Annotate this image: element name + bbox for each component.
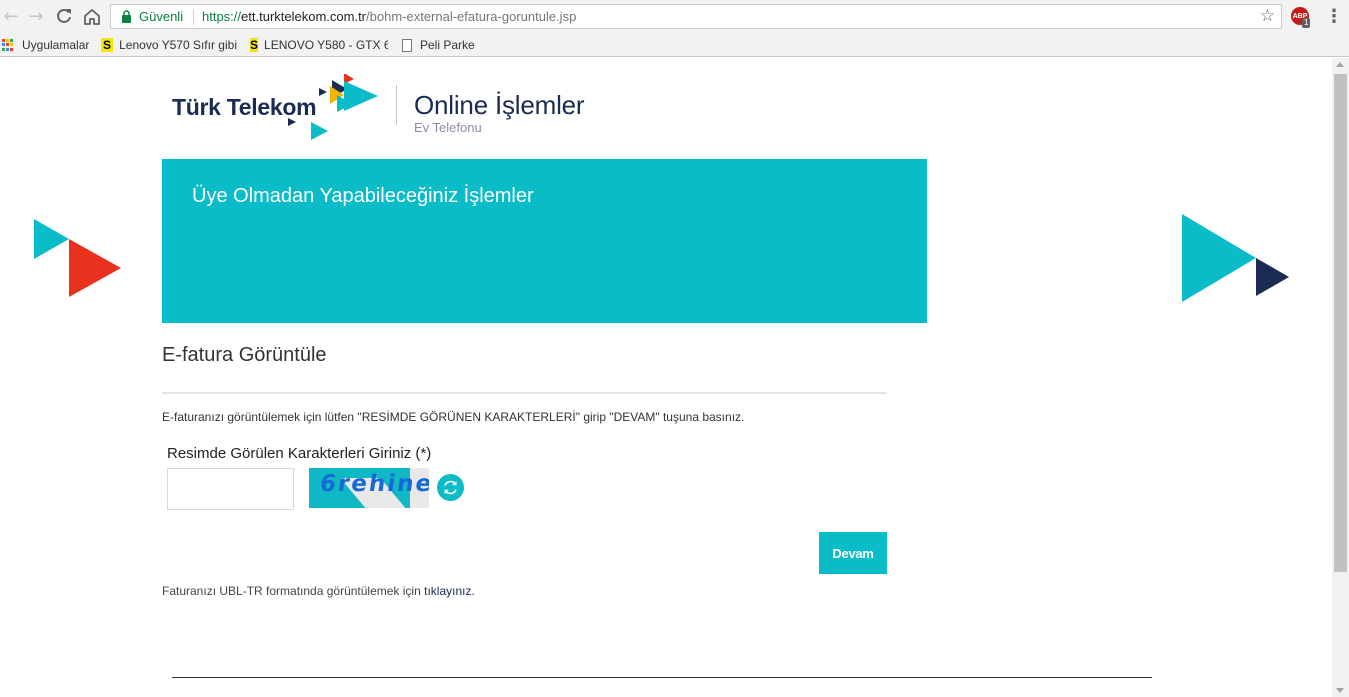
scroll-thumb[interactable] bbox=[1334, 74, 1347, 572]
bookmark-peli-parke[interactable]: Peli Parke bbox=[402, 36, 475, 54]
hero-banner: Üye Olmadan Yapabileceğiniz İşlemler bbox=[162, 159, 927, 323]
back-icon[interactable]: ← bbox=[0, 5, 22, 27]
devam-button[interactable]: Devam bbox=[819, 532, 887, 574]
bookmark-apps-label: Uygulamalar bbox=[22, 38, 90, 52]
reload-icon[interactable] bbox=[53, 5, 75, 27]
url-path: /bohm-external-efatura-goruntule.jsp bbox=[366, 9, 577, 24]
captcha-refresh-button[interactable] bbox=[437, 474, 464, 501]
star-icon[interactable]: ☆ bbox=[1260, 6, 1275, 26]
browser-toolbar: ← → Güvenli https://ett.turktelekom.com.… bbox=[0, 0, 1349, 33]
header-subtitle: Ev Telefonu bbox=[414, 120, 482, 135]
secure-label: Güvenli bbox=[139, 9, 184, 24]
bookmark-apps[interactable]: Uygulamalar bbox=[2, 36, 89, 54]
section-title: E-fatura Görüntüle bbox=[162, 344, 327, 366]
captcha-text: 6rehine bbox=[318, 471, 429, 497]
bookmark-label: Peli Parke bbox=[420, 38, 475, 52]
decorative-triangles-right bbox=[1182, 214, 1289, 302]
ubl-note-text: Faturanızı UBL-TR formatında görüntüleme… bbox=[162, 584, 425, 598]
ubl-note: Faturanızı UBL-TR formatında görüntüleme… bbox=[162, 584, 475, 598]
bookmark-label: LENOVO Y580 - GTX 6 bbox=[264, 38, 388, 52]
url-host: ett.turktelekom.com.tr bbox=[241, 9, 367, 24]
lock-icon bbox=[122, 10, 131, 23]
ubl-link[interactable]: tıklayınız. bbox=[424, 584, 475, 598]
omnibox-separator bbox=[193, 9, 194, 25]
scroll-down-arrow-icon[interactable] bbox=[1336, 688, 1344, 693]
footer-divider bbox=[172, 677, 1152, 678]
bookmarks-bar: Uygulamalar S Lenovo Y570 Sıfır gibi S L… bbox=[0, 33, 1349, 57]
decorative-triangles-left bbox=[34, 219, 121, 297]
turk-telekom-logo[interactable]: Türk Telekom bbox=[172, 74, 382, 140]
header-title: Online İşlemler bbox=[414, 90, 585, 120]
adblock-count: 1 bbox=[1302, 18, 1311, 28]
captcha-image: 6rehine bbox=[309, 468, 429, 508]
instruction-text: E-faturanızı görüntülemek için lütfen "R… bbox=[162, 410, 745, 424]
captcha-label: Resimde Görülen Karakterleri Giriniz (*) bbox=[167, 445, 432, 462]
bookmark-lenovo-y570[interactable]: S Lenovo Y570 Sıfır gibi bbox=[101, 36, 237, 54]
home-icon[interactable] bbox=[81, 5, 103, 27]
bookmark-lenovo-y580[interactable]: S LENOVO Y580 - GTX 6 bbox=[250, 36, 388, 54]
url-text: https://ett.turktelekom.com.tr/bohm-exte… bbox=[202, 9, 576, 24]
captcha-input[interactable] bbox=[167, 468, 294, 510]
bookmark-label: Lenovo Y570 Sıfır gibi bbox=[119, 38, 237, 52]
apps-icon bbox=[2, 39, 14, 51]
scroll-up-arrow-icon[interactable] bbox=[1336, 62, 1344, 67]
address-bar[interactable]: Güvenli https://ett.turktelekom.com.tr/b… bbox=[110, 4, 1282, 29]
menu-icon[interactable]: ⋮ bbox=[1325, 6, 1343, 27]
page-icon bbox=[402, 38, 412, 52]
s-site-icon: S bbox=[101, 38, 114, 52]
page-scrollbar[interactable] bbox=[1332, 58, 1349, 697]
refresh-icon bbox=[444, 480, 457, 495]
page-content: Türk Telekom Online İşlemler Ev Telefonu… bbox=[0, 58, 1332, 697]
section-divider bbox=[162, 392, 887, 394]
logo-text: Türk Telekom bbox=[172, 94, 317, 120]
banner-title: Üye Olmadan Yapabileceğiniz İşlemler bbox=[192, 185, 534, 207]
s-site-icon: S bbox=[250, 38, 259, 52]
forward-icon[interactable]: → bbox=[25, 5, 47, 27]
header-divider bbox=[396, 85, 397, 125]
url-scheme: https:// bbox=[202, 9, 242, 24]
